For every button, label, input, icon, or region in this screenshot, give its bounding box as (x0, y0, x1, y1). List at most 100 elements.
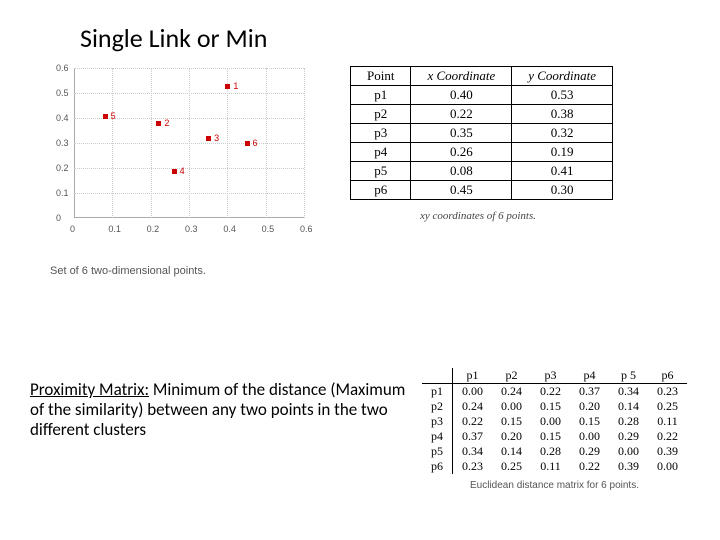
table-cell: 0.00 (492, 399, 531, 414)
x-tick: 0.2 (147, 224, 160, 234)
y-tick: 0.6 (56, 63, 69, 73)
table-row: p60.230.250.110.220.390.00 (422, 459, 687, 474)
table-cell: 0.15 (570, 414, 609, 429)
table-cell: 0.20 (492, 429, 531, 444)
table-cell: 0.28 (531, 444, 570, 459)
table-cell: 0.39 (648, 444, 687, 459)
row-header: p2 (422, 399, 453, 414)
table-cell: 0.32 (512, 124, 613, 143)
prox-tbody: p10.000.240.220.370.340.23p20.240.000.15… (422, 384, 687, 475)
x-tick: 0.4 (223, 224, 236, 234)
x-tick: 0.1 (108, 224, 121, 234)
table-cell: p4 (351, 143, 411, 162)
table-cell: 0.08 (411, 162, 512, 181)
table-cell: 0.19 (512, 143, 613, 162)
prox-col-header: p3 (531, 368, 570, 384)
table-cell: 0.24 (453, 399, 493, 414)
table-cell: 0.00 (609, 444, 648, 459)
table-row: p50.080.41 (351, 162, 613, 181)
table-cell: 0.11 (531, 459, 570, 474)
col-x: x Coordinate (411, 67, 512, 86)
page-title: Single Link or Min (80, 22, 267, 54)
coord-tbody: p10.400.53p20.220.38p30.350.32p40.260.19… (351, 86, 613, 200)
gridline-v (112, 68, 113, 218)
gridline-v (151, 68, 152, 218)
row-header: p1 (422, 384, 453, 400)
table-row: p30.350.32 (351, 124, 613, 143)
table-cell: 0.23 (648, 384, 687, 400)
table-cell: 0.34 (453, 444, 493, 459)
row-header: p5 (422, 444, 453, 459)
y-tick: 0 (56, 213, 61, 223)
table-cell: 0.22 (570, 459, 609, 474)
x-tick: 0.3 (185, 224, 198, 234)
prox-col-header: p2 (492, 368, 531, 384)
table-cell: 0.53 (512, 86, 613, 105)
table-cell: 0.38 (512, 105, 613, 124)
gridline-v (189, 68, 190, 218)
table-cell: 0.20 (570, 399, 609, 414)
table-cell: 0.00 (648, 459, 687, 474)
y-tick: 0.1 (56, 188, 69, 198)
table-cell: 0.39 (609, 459, 648, 474)
table-cell: 0.15 (531, 429, 570, 444)
data-point (156, 121, 161, 126)
table-cell: 0.00 (531, 414, 570, 429)
row-header: p4 (422, 429, 453, 444)
scatter-caption: Set of 6 two-dimensional points. (50, 265, 206, 277)
table-row: p10.400.53 (351, 86, 613, 105)
table-cell: 0.00 (453, 384, 493, 400)
table-cell: 0.22 (531, 384, 570, 400)
data-point (245, 141, 250, 146)
table-cell: 0.28 (609, 414, 648, 429)
table-cell: 0.37 (570, 384, 609, 400)
table-header-row: Point x Coordinate y Coordinate (351, 67, 613, 86)
data-point-label: 5 (111, 111, 116, 121)
table-row: p50.340.140.280.290.000.39 (422, 444, 687, 459)
table-cell: 0.37 (453, 429, 493, 444)
table-cell: 0.35 (411, 124, 512, 143)
data-point (103, 114, 108, 119)
data-point-label: 3 (214, 133, 219, 143)
table-row: p60.450.30 (351, 181, 613, 200)
x-tick: 0.6 (300, 224, 313, 234)
gridline-v (227, 68, 228, 218)
table-cell: 0.40 (411, 86, 512, 105)
table-cell: 0.14 (609, 399, 648, 414)
prox-col-header: p6 (648, 368, 687, 384)
table-row: p40.260.19 (351, 143, 613, 162)
col-y: y Coordinate (512, 67, 613, 86)
col-point: Point (351, 67, 411, 86)
prox-col-header: p4 (570, 368, 609, 384)
table-cell: 0.30 (512, 181, 613, 200)
table-row: p30.220.150.000.150.280.11 (422, 414, 687, 429)
table-cell: 0.25 (648, 399, 687, 414)
x-tick: 0.5 (262, 224, 275, 234)
data-point-label: 6 (253, 138, 258, 148)
table-cell: 0.11 (648, 414, 687, 429)
table-cell: p5 (351, 162, 411, 181)
data-point (206, 136, 211, 141)
proximity-matrix-table: p1p2p3p4p 5p6 p10.000.240.220.370.340.23… (422, 368, 687, 474)
table-cell: 0.15 (492, 414, 531, 429)
data-point-label: 2 (164, 118, 169, 128)
table-cell: 0.41 (512, 162, 613, 181)
gridline-v (266, 68, 267, 218)
row-header: p3 (422, 414, 453, 429)
table-cell: 0.26 (411, 143, 512, 162)
row-header: p6 (422, 459, 453, 474)
table-cell: 0.22 (648, 429, 687, 444)
table-cell: 0.15 (531, 399, 570, 414)
proximity-label: Proximity Matrix: (30, 379, 149, 400)
prox-col-header: p1 (453, 368, 493, 384)
table-cell: 0.24 (492, 384, 531, 400)
y-tick: 0.5 (56, 88, 69, 98)
y-tick: 0.4 (56, 113, 69, 123)
prox-header-row: p1p2p3p4p 5p6 (422, 368, 687, 384)
table-cell: 0.22 (411, 105, 512, 124)
x-tick: 0 (70, 224, 75, 234)
table-cell: 0.00 (570, 429, 609, 444)
table-cell: 0.22 (453, 414, 493, 429)
data-point (172, 169, 177, 174)
table-cell: p2 (351, 105, 411, 124)
